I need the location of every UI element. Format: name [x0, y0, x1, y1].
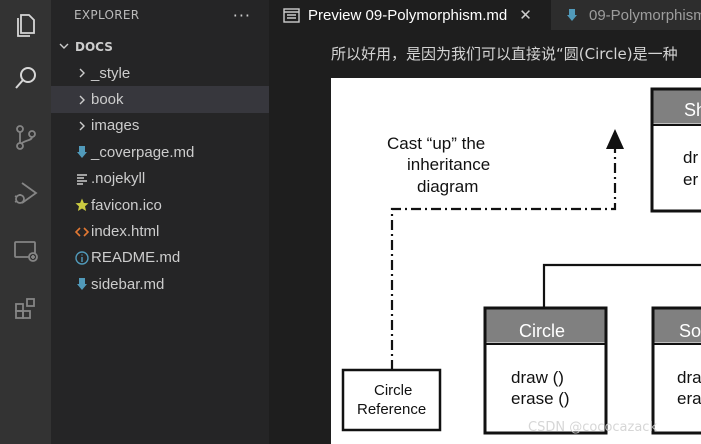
circle-header-label: Circle	[519, 321, 565, 341]
tree-item-label: README.md	[91, 249, 181, 267]
tree-item-images-folder[interactable]: images	[51, 113, 269, 139]
chevron-right-icon	[73, 92, 91, 108]
tree-item-book-folder[interactable]: book	[51, 86, 269, 113]
shape-method-2: er	[683, 170, 698, 189]
text-file-icon	[73, 171, 91, 187]
square-method-2: era	[677, 389, 701, 408]
more-actions-icon[interactable]: ···	[233, 6, 251, 25]
tab-label: 09-Polymorphism	[589, 6, 701, 24]
search-icon[interactable]	[0, 54, 51, 102]
markdown-file-icon	[73, 276, 91, 292]
cast-note-line-2: inheritance	[407, 155, 490, 174]
workspace-name: DOCS	[75, 40, 113, 54]
csdn-watermark: CSDN @cococazack	[528, 420, 657, 435]
tree-item-coverpage[interactable]: _coverpage.md	[51, 139, 269, 165]
shape-method-1: dr	[683, 148, 698, 167]
inheritance-line	[542, 263, 701, 308]
circle-method-erase: erase ()	[511, 389, 570, 408]
html-file-icon	[73, 224, 91, 240]
circle-class-box: Circle draw () erase ()	[483, 306, 608, 435]
info-icon	[73, 250, 91, 266]
ref-label-line-1: Circle	[374, 382, 412, 399]
chevron-right-icon	[73, 118, 91, 134]
source-control-icon[interactable]	[0, 113, 51, 161]
tab-markdown-source[interactable]: 09-Polymorphism	[551, 0, 701, 30]
chevron-down-icon	[59, 41, 75, 54]
shape-class-box: Sh dr er	[650, 87, 701, 213]
remote-explorer-icon[interactable]	[0, 227, 51, 275]
markdown-preview: 所以好用，是因为我们可以直接说“圆(Circle)是一种 Cast “up” t…	[269, 30, 701, 444]
tree-item-label: images	[91, 117, 140, 135]
cast-note-line-3: diagram	[417, 177, 478, 196]
square-class-box: So dra era	[651, 306, 701, 435]
tree-item-label: _coverpage.md	[91, 143, 195, 161]
explorer-title: EXPLORER	[74, 8, 140, 22]
shape-header-label: Sh	[684, 100, 701, 120]
tree-item-index-html[interactable]: index.html	[51, 218, 269, 244]
tree-item-label: favicon.ico	[91, 196, 162, 214]
star-icon	[73, 197, 91, 213]
tab-preview[interactable]: Preview 09-Polymorphism.md ✕	[269, 0, 551, 30]
tab-label: Preview 09-Polymorphism.md	[308, 6, 508, 24]
preview-paragraph: 所以好用，是因为我们可以直接说“圆(Circle)是一种	[331, 45, 678, 63]
explorer-header: EXPLORER ···	[51, 0, 269, 30]
close-icon[interactable]: ✕	[519, 6, 532, 24]
chevron-right-icon	[73, 65, 91, 81]
workspace-section-header[interactable]: DOCS	[51, 34, 269, 60]
tree-item-label: book	[91, 91, 124, 109]
tree-item-favicon[interactable]: favicon.ico	[51, 192, 269, 218]
ref-label-line-2: Reference	[357, 401, 426, 418]
uml-diagram-image: Cast “up” the inheritance diagram Sh dr …	[331, 78, 701, 444]
markdown-file-icon	[73, 144, 91, 160]
tree-item-label: index.html	[91, 223, 160, 241]
explorer-sidebar: EXPLORER ··· DOCS _style book images _co…	[51, 0, 269, 444]
activity-bar	[0, 0, 51, 444]
arrowhead-up-icon	[606, 129, 624, 149]
explorer-icon[interactable]	[0, 0, 51, 48]
extensions-icon[interactable]	[0, 284, 51, 332]
tree-item-label: .nojekyll	[91, 170, 146, 188]
markdown-icon	[563, 6, 581, 24]
preview-icon	[282, 6, 300, 24]
tree-item-sidebar-md[interactable]: sidebar.md	[51, 271, 269, 297]
cast-note-line-1: Cast “up” the	[387, 134, 485, 153]
tree-item-nojekyll[interactable]: .nojekyll	[51, 166, 269, 192]
tree-item-label: sidebar.md	[91, 275, 165, 293]
tree-item-readme[interactable]: README.md	[51, 245, 269, 271]
square-method-1: dra	[677, 368, 701, 387]
tree-item-style-folder[interactable]: _style	[51, 60, 269, 86]
circle-reference-box: Circle Reference	[341, 368, 442, 432]
editor-tab-bar: Preview 09-Polymorphism.md ✕ 09-Polymorp…	[269, 0, 701, 30]
tree-item-label: _style	[91, 64, 131, 82]
circle-method-draw: draw ()	[511, 368, 564, 387]
uml-diagram-svg: Cast “up” the inheritance diagram Sh dr …	[341, 87, 701, 435]
run-debug-icon[interactable]	[0, 169, 51, 217]
square-header-label: So	[679, 321, 701, 341]
